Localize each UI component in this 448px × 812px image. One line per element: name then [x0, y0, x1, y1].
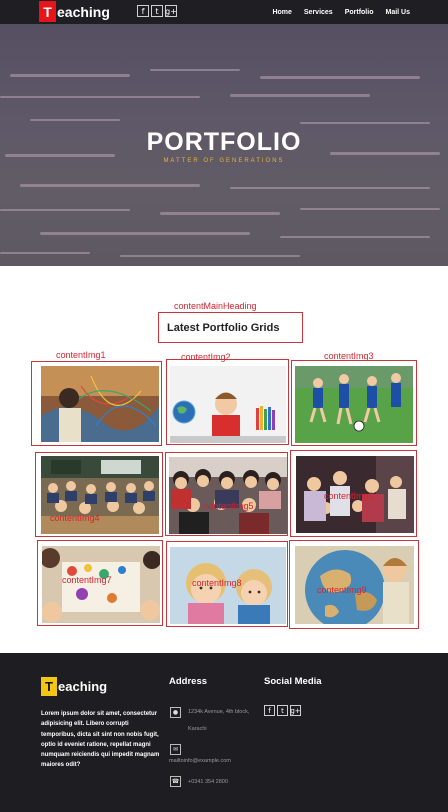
footer-description: Lorem ipsum dolor sit amet, consectetur … — [41, 711, 160, 769]
portfolio-image-5[interactable] — [169, 457, 287, 534]
hero-title: PORTFOLIO — [146, 128, 302, 156]
facebook-icon[interactable]: f — [264, 705, 275, 716]
menu-item-services[interactable]: Services — [304, 9, 333, 16]
footer-logo[interactable]: T eaching — [41, 677, 107, 696]
social-media-heading: Social Media — [264, 676, 322, 687]
footer-phone[interactable]: +0341 354 2800 — [188, 778, 228, 786]
portfolio-image-3[interactable] — [295, 366, 413, 443]
twitter-icon[interactable]: t — [151, 5, 163, 17]
top-navbar: T eaching f t g+ Home Services Portfolio… — [0, 0, 448, 24]
site-footer: T eaching Lorem ipsum dolor sit amet, co… — [0, 653, 448, 812]
footer-social-links: f t g+ — [264, 705, 301, 716]
img-annotation-9: contentImg9 — [317, 585, 367, 595]
content-main-heading: Latest Portfolio Grids — [158, 312, 303, 343]
address-line-1: 1234k Avenue, 4th block, — [188, 709, 250, 715]
footer-email[interactable]: mailtoinfo@example.com — [169, 757, 231, 765]
main-heading-annotation: contentMainHeading — [174, 301, 257, 311]
footer-logo-initial: T — [41, 677, 57, 696]
portfolio-item-6[interactable]: contentImg6 — [290, 450, 417, 537]
footer-logo-text: eaching — [58, 679, 108, 694]
logo-initial: T — [39, 1, 56, 22]
menu-item-mail-us[interactable]: Mail Us — [385, 9, 410, 16]
portfolio-item-7[interactable]: contentImg7 — [37, 540, 163, 626]
img-annotation-5: contentImg5 — [204, 501, 254, 511]
main-menu: Home Services Portfolio Mail Us — [272, 0, 410, 24]
img-annotation-7: contentImg7 — [62, 575, 112, 585]
site-logo[interactable]: T eaching — [39, 1, 110, 22]
hero-banner: PORTFOLIO MATTER OF GENERATIONS — [0, 24, 448, 266]
img-annotation-6: contentImg6 — [324, 491, 374, 501]
logo-text: eaching — [57, 3, 110, 20]
phone-icon: ☎ — [170, 776, 181, 787]
img-annotation-1: contentImg1 — [56, 350, 106, 360]
address-line-2: Karachi — [188, 726, 207, 732]
portfolio-image-2[interactable] — [170, 366, 286, 443]
facebook-icon[interactable]: f — [137, 5, 149, 17]
menu-item-portfolio[interactable]: Portfolio — [345, 9, 374, 16]
portfolio-item-1[interactable] — [31, 361, 162, 446]
portfolio-item-5[interactable]: contentImg5 — [165, 452, 288, 536]
twitter-icon[interactable]: t — [277, 705, 288, 716]
hero-subtitle: MATTER OF GENERATIONS — [163, 158, 285, 164]
nav-social-links: f t g+ — [137, 5, 177, 17]
portfolio-item-3[interactable] — [291, 360, 417, 446]
portfolio-image-1[interactable] — [41, 366, 159, 442]
address-heading: Address — [169, 676, 208, 687]
img-annotation-8: contentImg8 — [192, 578, 242, 588]
portfolio-item-9[interactable]: contentImg9 — [289, 540, 419, 629]
menu-item-home[interactable]: Home — [272, 9, 291, 16]
main-heading-text: Latest Portfolio Grids — [167, 321, 280, 334]
img-annotation-4: contentImg4 — [50, 513, 100, 523]
portfolio-item-2[interactable] — [166, 359, 289, 445]
portfolio-item-8[interactable]: contentImg8 — [166, 541, 288, 627]
google-plus-icon[interactable]: g+ — [165, 5, 177, 17]
google-plus-icon[interactable]: g+ — [290, 705, 301, 716]
portfolio-item-4[interactable]: contentImg4 — [35, 452, 163, 537]
envelope-icon: ✉ — [170, 744, 181, 755]
map-marker-icon: ● — [170, 707, 181, 718]
